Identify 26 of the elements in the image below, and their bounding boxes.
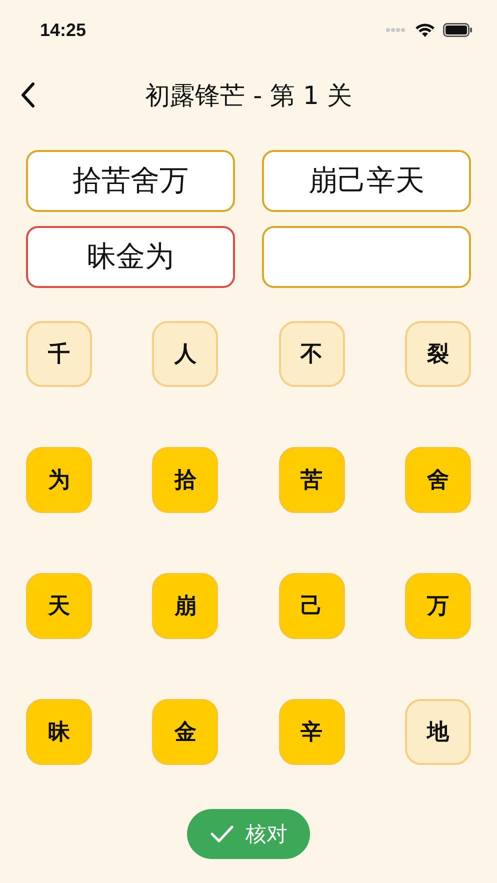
- character-tile[interactable]: 昧: [26, 699, 92, 765]
- character-tile[interactable]: 地: [404, 699, 471, 765]
- character-tile[interactable]: 万: [404, 573, 471, 639]
- character-tile[interactable]: 不: [278, 321, 345, 387]
- character-tile[interactable]: 天: [26, 573, 92, 639]
- battery-icon: [443, 23, 473, 37]
- character-tile[interactable]: 裂: [404, 321, 471, 387]
- character-tile[interactable]: 为: [26, 447, 92, 513]
- check-icon: [210, 825, 234, 843]
- character-tile[interactable]: 人: [152, 321, 218, 387]
- wifi-icon: [415, 22, 435, 38]
- character-tile[interactable]: 苦: [278, 447, 345, 513]
- answer-slot[interactable]: 拾苦舍万: [26, 150, 235, 212]
- character-tile[interactable]: 千: [26, 321, 92, 387]
- answer-slot[interactable]: 崩己辛天: [262, 150, 471, 212]
- cellular-signal-icon: [385, 27, 407, 33]
- back-icon[interactable]: [20, 82, 36, 108]
- character-tile[interactable]: 崩: [152, 573, 218, 639]
- character-tile[interactable]: 拾: [152, 447, 218, 513]
- character-tile[interactable]: 金: [152, 699, 218, 765]
- status-time: 14:25: [40, 20, 86, 40]
- character-tile[interactable]: 辛: [278, 699, 345, 765]
- character-tile[interactable]: 舍: [404, 447, 471, 513]
- answer-slot[interactable]: 昧金为: [26, 226, 235, 288]
- level-title: 初露锋芒 - 第 1 关: [145, 80, 352, 112]
- character-tile[interactable]: 己: [278, 573, 345, 639]
